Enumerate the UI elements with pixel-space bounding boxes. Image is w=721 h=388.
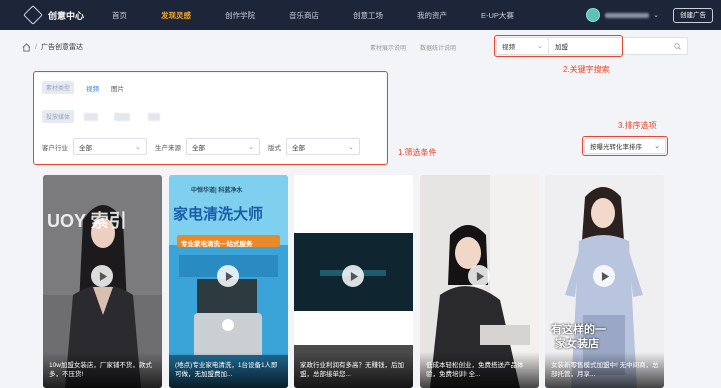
- brand-logo[interactable]: 创意中心: [23, 5, 106, 25]
- thumbnail-overlay-title: 家电清洗大师: [173, 206, 264, 223]
- play-button[interactable]: [217, 265, 239, 287]
- nav-item-creative-workshop[interactable]: 创意工场: [353, 10, 383, 21]
- data-stats-info-link[interactable]: 数据统计说明: [420, 43, 456, 52]
- play-icon: [476, 271, 484, 281]
- brand-name: 创意中心: [48, 10, 85, 21]
- chevron-down-icon: ⌄: [653, 12, 659, 19]
- play-button[interactable]: [468, 265, 490, 287]
- card-caption: 低成本轻松创业，免费搭送产品体验，免费培训! 全...: [420, 352, 539, 388]
- search-icon[interactable]: [674, 42, 681, 50]
- nav-item-music-store[interactable]: 音乐商店: [289, 10, 319, 21]
- thumbnail-overlay-brand: 中恒华道| 科蓝净水: [191, 188, 243, 194]
- nav-item-my-assets[interactable]: 我的资产: [417, 10, 447, 21]
- play-icon: [601, 271, 609, 281]
- sort-select[interactable]: 按曝光转化率排序 ⌄: [584, 138, 666, 154]
- avatar: [586, 8, 601, 22]
- play-icon: [225, 271, 233, 281]
- keyword-search-annotation: 2.关键字搜索: [563, 65, 610, 74]
- video-card[interactable]: 中恒华道| 科蓝净水 家电清洗大师 专业家电清洗一站式服务 (地点)专业家电清洗…: [169, 175, 288, 388]
- username-redacted: [605, 12, 650, 18]
- home-icon[interactable]: [22, 42, 31, 52]
- card-caption: 家政行业利润有多高？无赚钱，后加盟，总部接单您...: [294, 352, 413, 388]
- breadcrumb-separator: /: [35, 43, 37, 51]
- chevron-down-icon: ⌄: [654, 143, 660, 150]
- nav-item-discover[interactable]: 发现灵感: [161, 10, 191, 21]
- filter-highlight: [33, 71, 388, 165]
- nav-item-home[interactable]: 首页: [112, 10, 127, 21]
- card-caption: 10w加盟女装店，厂家铺不货，款式多，不压货!: [43, 352, 162, 388]
- filter-annotation: 1.筛选条件: [398, 148, 437, 157]
- user-menu[interactable]: ⌄: [586, 8, 659, 22]
- thumbnail-overlay-line2: 家女装店: [555, 338, 599, 350]
- play-button[interactable]: [91, 265, 113, 287]
- create-ad-button[interactable]: 创建广告: [673, 8, 713, 23]
- logo-icon: [23, 5, 43, 25]
- card-caption: 女装新零售模式加盟中! 无中间商，总部托管，月享...: [545, 352, 664, 388]
- play-button[interactable]: [593, 265, 615, 287]
- keyword-search-highlight: [494, 35, 623, 57]
- play-button[interactable]: [342, 265, 364, 287]
- play-icon: [99, 271, 107, 281]
- thumbnail-overlay-text: UOY 索引: [47, 211, 127, 231]
- nav-item-eup-contest[interactable]: E-UP大赛: [481, 10, 514, 21]
- sort-annotation: 3.排序选项: [618, 121, 657, 130]
- thumbnail-overlay-subtitle: 专业家电清洗一站式服务: [181, 241, 253, 248]
- video-card[interactable]: 有这样的一 家女装店 女装新零售模式加盟中! 无中间商，总部托管，月享...: [545, 175, 664, 388]
- video-card[interactable]: UOY 索引 10w加盟女装店，厂家铺不货，款式多，不压货!: [43, 175, 162, 388]
- sort-value: 按曝光转化率排序: [590, 144, 642, 151]
- material-display-info-link[interactable]: 素材展示说明: [370, 43, 406, 52]
- page-title: 广告创意雷达: [40, 44, 83, 51]
- card-caption: (地点)专业家电清洗，1台设备1人即可做，无加盟费加...: [169, 352, 288, 388]
- nav-item-academy[interactable]: 创作学院: [225, 10, 255, 21]
- video-card[interactable]: 低成本轻松创业，免费搭送产品体验，免费培训! 全...: [420, 175, 539, 388]
- play-icon: [350, 271, 358, 281]
- top-nav: 创意中心 首页 发现灵感 创作学院 音乐商店 创意工场 我的资产 E-UP大赛 …: [0, 0, 721, 30]
- video-card[interactable]: 家政行业利润有多高？无赚钱，后加盟，总部接单您...: [294, 175, 413, 388]
